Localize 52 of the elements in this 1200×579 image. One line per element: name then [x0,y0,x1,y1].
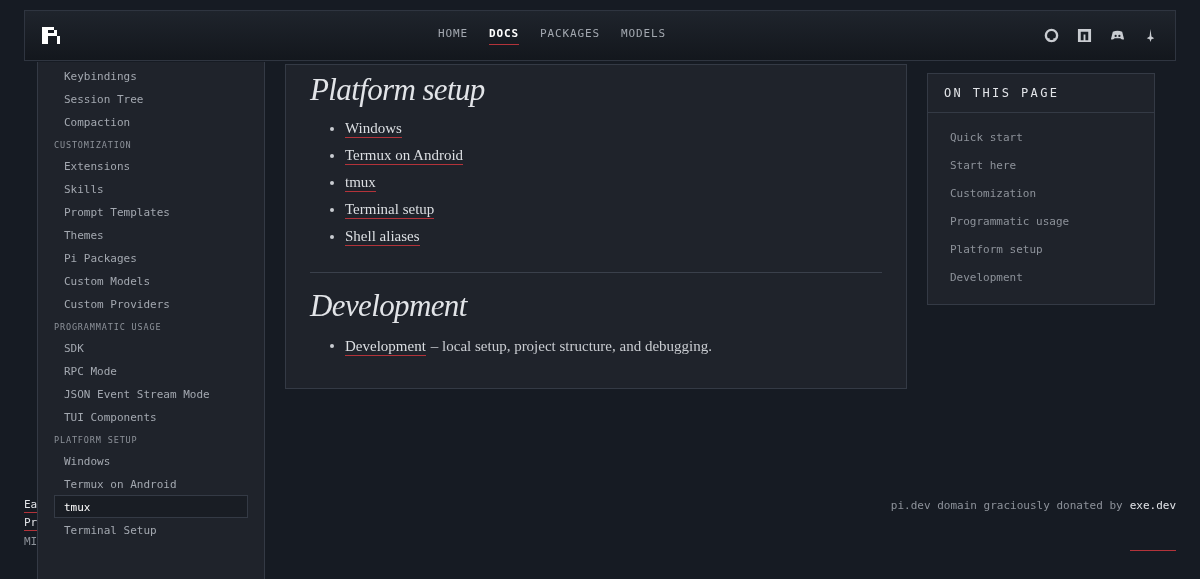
toc-link[interactable]: Start here [950,157,1132,174]
sidebar-item[interactable]: RPC Mode [54,359,248,382]
toc-link[interactable]: Customization [950,185,1132,202]
doc-link[interactable]: Development [345,338,426,356]
bullet-icon [330,153,334,158]
credit-link[interactable]: exe.dev [1129,498,1176,551]
sidebar-item[interactable]: TUI Components [54,405,248,428]
bullet-icon [330,234,334,239]
sidebar-item[interactable]: Skills [54,177,248,200]
toc-heading: ON THIS PAGE [928,74,1154,113]
sidebar-item[interactable]: Custom Providers [54,292,248,315]
link-description: – local setup, project structure, and debugging. [430,337,712,356]
nav-link[interactable]: HOME [438,25,468,46]
doc-link[interactable]: Terminal setup [345,200,435,219]
toc-link[interactable]: Development [950,269,1132,286]
sidebar-item[interactable]: Extensions [54,154,248,177]
sidebar-section-label: PLATFORM SETUP [54,434,139,447]
sidebar-item[interactable]: Compaction [54,110,248,133]
doc-link[interactable]: tmux [345,173,376,192]
toc-link[interactable]: Programmatic usage [950,213,1132,230]
sidebar-item[interactable]: Custom Models [54,269,248,292]
bullet-icon [330,344,334,349]
toc-link[interactable]: Platform setup [950,241,1132,258]
sidebar-item[interactable]: Termux on Android [54,472,248,495]
bullet-icon [330,207,334,212]
pixel-logo-icon[interactable] [42,27,60,44]
doc-link[interactable]: Shell aliases [345,227,420,246]
footer-text: MI [24,534,38,550]
credit-text: pi.dev domain graciously donated by [890,498,1123,514]
sidebar-item[interactable]: SDK [54,336,248,359]
sidebar-section-label: PROGRAMMATIC USAGE [54,321,163,334]
sidebar-item[interactable]: Keybindings [54,64,248,87]
toc-link[interactable]: Quick start [950,129,1132,146]
nav-link[interactable]: DOCS [489,25,520,46]
doc-link[interactable]: Termux on Android [345,146,464,165]
section-heading: Development [310,286,469,325]
sidebar-item[interactable]: JSON Event Stream Mode [54,382,248,405]
sidebar-item[interactable]: Themes [54,223,248,246]
sidebar-item[interactable]: tmux [54,495,248,518]
square-frame-icon[interactable] [1077,28,1092,43]
sidebar-item[interactable]: Session Tree [54,87,248,110]
nav-link[interactable]: PACKAGES [540,25,601,46]
sidebar-item[interactable]: Pi Packages [54,246,248,269]
bullet-icon [330,126,334,131]
sidebar-item[interactable]: Prompt Templates [54,200,248,223]
section-heading: Platform setup [310,71,486,109]
doc-link[interactable]: Windows [345,119,402,138]
sidebar-section-label: CUSTOMIZATION [54,139,133,152]
sidebar-item[interactable]: Windows [54,449,248,472]
nav-link[interactable]: MODELS [621,25,667,46]
sidebar-item[interactable]: Terminal Setup [54,518,248,541]
bullet-icon [330,180,334,185]
